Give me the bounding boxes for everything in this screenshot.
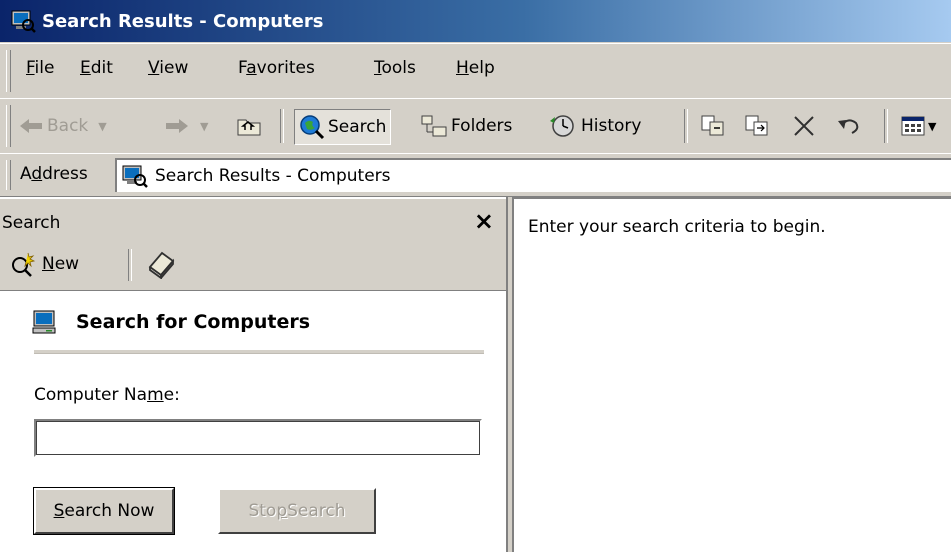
toolbar-grip[interactable] — [6, 105, 11, 147]
menu-tools[interactable]: Tools — [374, 58, 416, 78]
heading-divider — [34, 350, 484, 354]
search-pane-toolbar: New — [0, 241, 506, 291]
toolbar-separator — [280, 109, 284, 143]
results-pane: Enter your search criteria to begin. — [512, 197, 951, 552]
history-button[interactable]: History — [548, 109, 641, 143]
title-bar: Search Results - Computers — [0, 0, 951, 42]
search-pane-header: Search × — [0, 197, 506, 241]
computer-search-icon — [122, 165, 148, 188]
new-search-icon — [12, 252, 36, 277]
menu-favorites[interactable]: Favorites — [238, 58, 315, 78]
pane-toolbar-separator — [128, 249, 132, 281]
search-globe-icon — [300, 115, 325, 140]
search-button[interactable]: Search — [294, 109, 392, 145]
search-pane-title: Search — [2, 213, 61, 233]
copy-to-icon — [745, 115, 768, 136]
undo-button[interactable] — [836, 109, 862, 143]
toolbar-separator — [884, 109, 888, 143]
search-now-button[interactable]: Search Now — [33, 487, 175, 535]
standard-toolbar: Back ▼ ▼ Search Folders History ▼ — [0, 98, 951, 154]
back-dropdown-icon[interactable]: ▼ — [98, 120, 106, 133]
menu-file[interactable]: File — [26, 58, 54, 78]
menu-help[interactable]: Help — [456, 58, 495, 78]
back-arrow-icon — [20, 119, 42, 133]
computer-icon — [32, 310, 56, 334]
delete-button[interactable] — [792, 109, 816, 143]
menu-bar-grip[interactable] — [6, 50, 11, 92]
toolbar-separator — [684, 109, 688, 143]
stop-search-button[interactable]: Sto p Search — [218, 488, 376, 534]
search-heading-text: Search for Computers — [76, 311, 311, 333]
search-pane: Search × New Search for Computers Comput… — [0, 197, 508, 552]
history-icon — [550, 115, 574, 137]
address-value: Search Results - Computers — [155, 166, 391, 186]
address-bar-grip[interactable] — [6, 160, 11, 190]
window-title: Search Results - Computers — [42, 10, 324, 32]
copy-to-button[interactable] — [744, 109, 770, 143]
address-label: Address — [20, 164, 88, 184]
up-button[interactable] — [236, 109, 262, 143]
views-dropdown-icon[interactable]: ▼ — [928, 120, 936, 133]
address-field[interactable]: Search Results - Computers — [115, 158, 951, 192]
views-icon — [901, 116, 925, 136]
menu-edit[interactable]: Edit — [80, 58, 113, 78]
back-button[interactable]: Back ▼ — [18, 109, 107, 143]
undo-icon — [838, 119, 859, 134]
forward-arrow-icon — [166, 119, 188, 133]
forward-dropdown-icon[interactable]: ▼ — [200, 120, 208, 133]
move-to-icon — [701, 115, 724, 136]
computer-name-label: Computer Name: — [34, 385, 180, 405]
move-to-button[interactable] — [700, 109, 726, 143]
delete-icon — [794, 116, 814, 136]
views-button[interactable]: ▼ — [900, 109, 936, 143]
help-book-icon — [148, 251, 175, 280]
search-heading: Search for Computers — [32, 309, 310, 335]
folders-button[interactable]: Folders — [420, 109, 512, 143]
forward-button[interactable]: ▼ — [164, 109, 208, 143]
address-bar: Address Search Results - Computers — [0, 153, 951, 197]
results-message: Enter your search criteria to begin. — [528, 217, 826, 237]
computer-name-input[interactable] — [34, 419, 482, 457]
folders-icon — [421, 115, 447, 137]
help-button[interactable] — [146, 249, 176, 284]
new-search-button[interactable]: New — [8, 251, 79, 277]
up-folder-icon — [237, 119, 261, 136]
computer-search-icon — [11, 10, 36, 33]
menu-bar: File Edit View Favorites Tools Help — [0, 43, 951, 99]
close-icon[interactable]: × — [474, 207, 494, 235]
menu-view[interactable]: View — [148, 58, 188, 78]
